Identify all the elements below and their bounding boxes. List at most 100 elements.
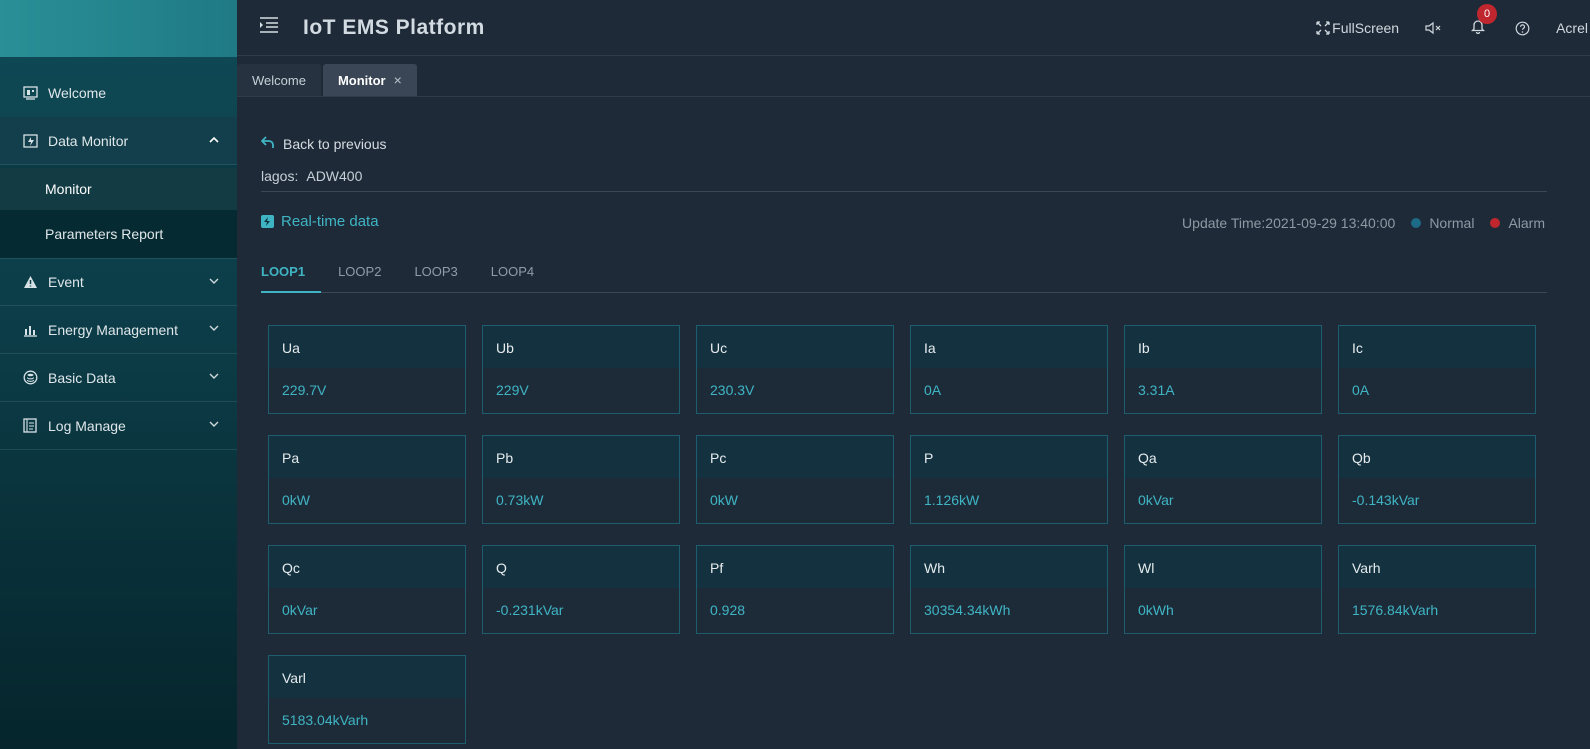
measurement-value: 1.126kW (924, 492, 980, 508)
help-icon (1515, 21, 1530, 35)
device-value: ADW400 (306, 168, 363, 184)
sidebar-item-label: Event (48, 274, 84, 290)
log-icon (22, 418, 38, 434)
logo-area (0, 0, 237, 57)
measurement-card: P 1.126kW (910, 435, 1108, 524)
measurement-card: Varl 5183.04kVarh (268, 655, 466, 744)
measurement-name: Ub (483, 326, 679, 368)
mute-button[interactable] (1425, 21, 1445, 35)
measurement-name: Ia (911, 326, 1107, 368)
measurement-card: Qc 0kVar (268, 545, 466, 634)
measurement-card: Wh 30354.34kWh (910, 545, 1108, 634)
chevron-down-icon (209, 324, 219, 335)
fullscreen-button[interactable]: FullScreen (1316, 20, 1399, 36)
measurement-name: Ic (1339, 326, 1535, 368)
close-icon[interactable]: × (394, 72, 402, 88)
measurement-value: 0.928 (710, 602, 746, 618)
welcome-icon (22, 85, 38, 101)
update-time: Update Time:2021-09-29 13:40:00 (1182, 215, 1396, 231)
sidebar-item-welcome[interactable]: Welcome (0, 69, 237, 117)
sidebar-submenu-data-monitor: Monitor Parameters Report (0, 165, 237, 258)
tab-loop3[interactable]: LOOP3 (414, 254, 457, 293)
tab-loop4[interactable]: LOOP4 (491, 254, 534, 293)
sidebar-item-label: Data Monitor (48, 132, 129, 149)
back-label: Back to previous (283, 136, 387, 152)
chevron-down-icon (209, 277, 219, 288)
monitor-icon (22, 133, 38, 149)
measurement-name: Varl (269, 656, 465, 698)
measurement-card: Pb 0.73kW (482, 435, 680, 524)
measurement-name: Q (483, 546, 679, 588)
measurement-value: 0kVar (282, 602, 318, 618)
measurement-card: Varh 1576.84kVarh (1338, 545, 1536, 634)
measurement-name: Ib (1125, 326, 1321, 368)
measurement-name: Pc (697, 436, 893, 478)
loop-tabs: LOOP1 LOOP2 LOOP3 LOOP4 (261, 254, 1547, 293)
measurement-value: 230.3V (710, 382, 755, 398)
normal-dot-icon (1411, 218, 1422, 228)
menu-toggle-icon[interactable] (259, 17, 279, 38)
measurement-card: Ib 3.31A (1124, 325, 1322, 414)
measurement-name: Wl (1125, 546, 1321, 588)
measurement-name: Uc (697, 326, 893, 368)
realtime-label: Real-time data (281, 213, 379, 230)
sidebar-item-energy-management[interactable]: Energy Management (0, 306, 237, 354)
chevron-down-icon (209, 420, 219, 431)
measurement-card: Wl 0kWh (1124, 545, 1322, 634)
measurement-value: 0kWh (1138, 602, 1174, 618)
sidebar-item-event[interactable]: Event (0, 258, 237, 306)
measurement-name: Qa (1125, 436, 1321, 478)
measurement-value: -0.231kVar (496, 602, 564, 618)
sidebar-item-monitor[interactable]: Monitor (0, 165, 237, 210)
measurement-name: Pf (697, 546, 893, 588)
sidebar-item-log-manage[interactable]: Log Manage (0, 402, 237, 450)
measurement-name: Pa (269, 436, 465, 478)
sidebar-item-label: Monitor (45, 181, 92, 197)
main-content: Back to previous lagos: ADW400 Real-time… (237, 97, 1590, 749)
measurement-value: 0A (1352, 382, 1370, 398)
alarm-dot-icon (1490, 218, 1501, 228)
measurement-card: Ic 0A (1338, 325, 1536, 414)
measurement-value: 0kW (282, 492, 310, 508)
back-button[interactable]: Back to previous (260, 135, 387, 153)
measurement-card: Q -0.231kVar (482, 545, 680, 634)
measurement-name: Varh (1339, 546, 1535, 588)
device-info: lagos: ADW400 (261, 168, 1547, 192)
sidebar-item-data-monitor[interactable]: Data Monitor (0, 117, 237, 165)
tab-loop1[interactable]: LOOP1 (261, 254, 322, 293)
measurement-card: Qb -0.143kVar (1338, 435, 1536, 524)
back-arrow-icon (260, 135, 275, 153)
chevron-up-icon (209, 135, 219, 146)
app-title: IoT EMS Platform (303, 15, 485, 39)
tab-label: Monitor (337, 72, 386, 88)
legend-alarm-label: Alarm (1508, 215, 1545, 231)
sidebar-item-label: Welcome (48, 85, 107, 101)
measurement-grid: Ua 229.7V Ub 229V Uc 230.3V Ia 0A Ib 3.31A Ic 0A Pa 0… (268, 325, 1538, 744)
tab-loop2[interactable]: LOOP2 (338, 254, 381, 293)
realtime-icon (261, 215, 274, 228)
status-bar: Update Time:2021-09-29 13:40:00 Normal A… (1182, 215, 1545, 231)
measurement-value: 3.31A (1138, 382, 1175, 398)
realtime-data-title: Real-time data (261, 213, 379, 230)
measurement-value: 229.7V (282, 382, 327, 398)
measurement-card: Ub 229V (482, 325, 680, 414)
help-button[interactable] (1515, 21, 1532, 36)
mute-icon (1425, 21, 1441, 35)
page-tabs: Welcome Monitor × (237, 64, 419, 96)
fullscreen-label: FullScreen (1332, 20, 1400, 36)
sidebar: Welcome Data Monitor Monitor Parameters … (0, 0, 237, 749)
tab-welcome[interactable]: Welcome (237, 64, 321, 96)
sidebar-nav: Welcome Data Monitor Monitor Parameters … (0, 69, 237, 450)
sidebar-item-parameters-report[interactable]: Parameters Report (0, 210, 237, 258)
measurement-name: Ua (269, 326, 465, 368)
tab-monitor[interactable]: Monitor × (322, 64, 417, 96)
measurement-name: Pb (483, 436, 679, 478)
measurement-card: Pa 0kW (268, 435, 466, 524)
measurement-card: Pf 0.928 (696, 545, 894, 634)
sidebar-item-basic-data[interactable]: Basic Data (0, 354, 237, 402)
fullscreen-icon (1316, 21, 1330, 35)
sidebar-item-label: Basic Data (48, 369, 116, 386)
notifications-button[interactable]: 0 (1471, 3, 1498, 39)
user-name[interactable]: Acrel (1556, 20, 1588, 36)
measurement-name: Qc (269, 546, 465, 588)
